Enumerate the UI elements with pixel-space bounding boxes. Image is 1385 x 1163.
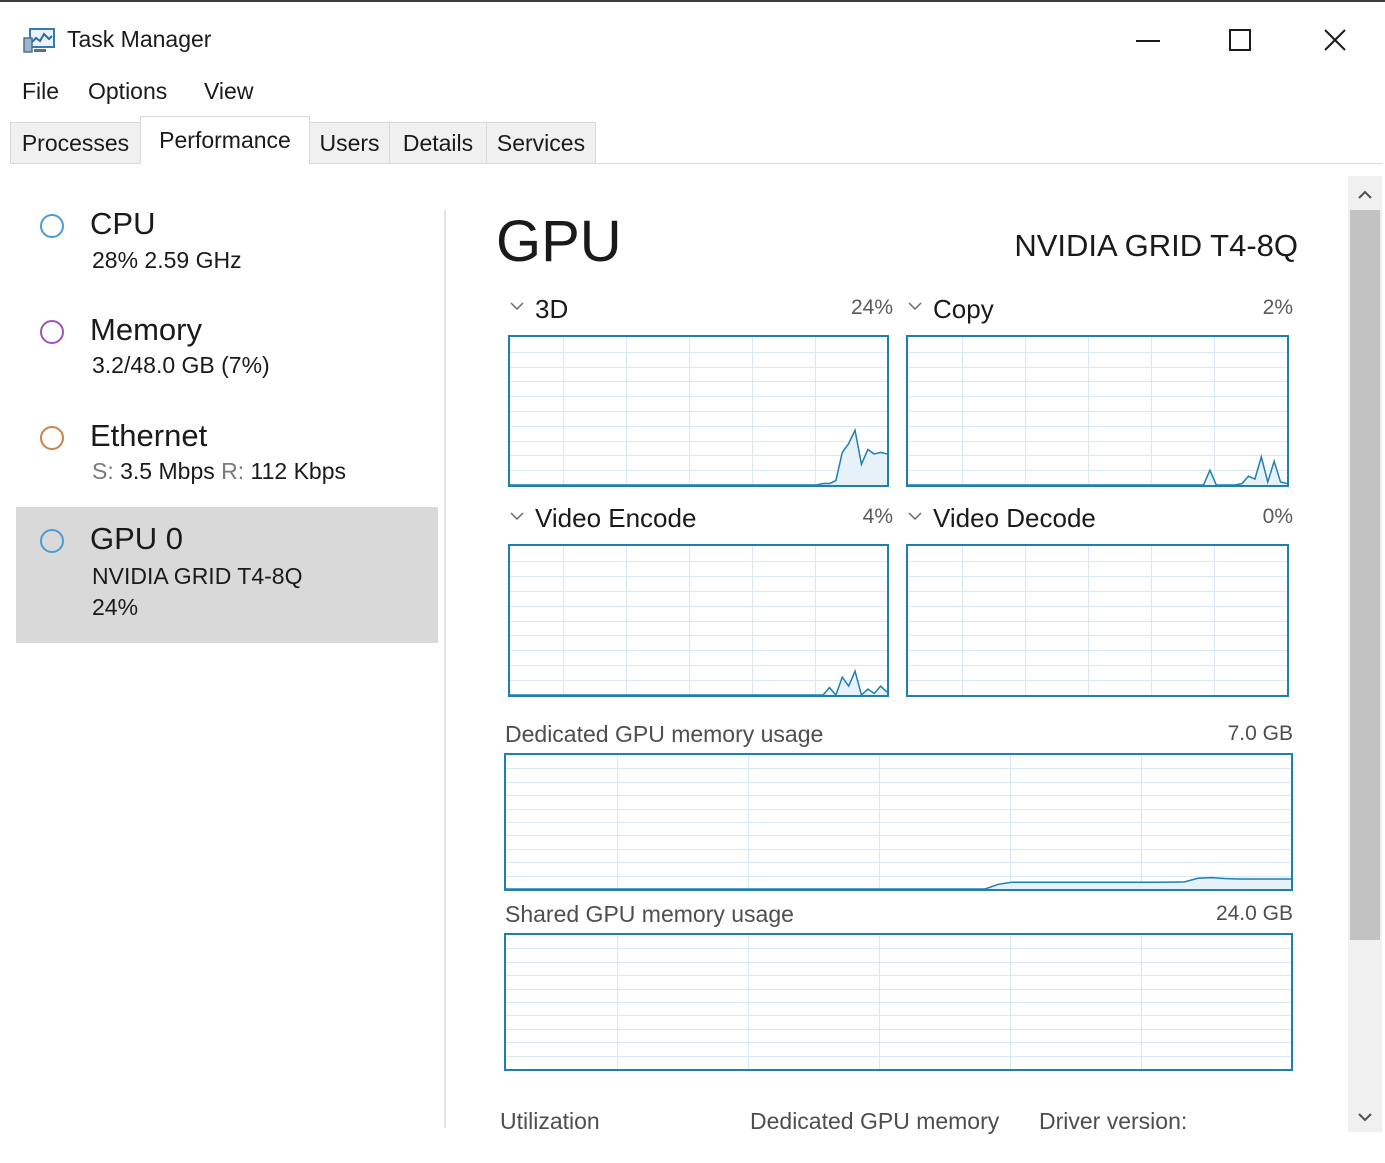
scroll-down-button[interactable] <box>1348 1100 1382 1134</box>
scrollbar-thumb[interactable] <box>1350 210 1380 940</box>
menu-view[interactable]: View <box>204 78 253 105</box>
graph-copy-plot <box>908 337 1287 485</box>
engine-label-video-encode: Video Encode <box>535 503 697 533</box>
graph-shared-memory-plot <box>506 935 1291 1069</box>
chevron-down-icon <box>510 512 524 521</box>
dedicated-memory-label: Dedicated GPU memory usage <box>505 721 824 747</box>
engine-label-video-decode: Video Decode <box>933 503 1096 533</box>
resource-item-gpu0[interactable]: GPU 0 NVIDIA GRID T4-8Q 24% <box>16 507 438 643</box>
resource-detail: 3.2/48.0 GB (7%) <box>92 352 270 378</box>
window-title: Task Manager <box>67 26 212 52</box>
resource-item-ethernet[interactable]: Ethernet S: 3.5 Mbps R: 112 Kbps <box>16 412 438 502</box>
resource-name: GPU 0 <box>90 521 184 556</box>
menu-file[interactable]: File <box>22 78 59 105</box>
gpu-model-name: NVIDIA GRID T4-8Q <box>1014 228 1298 263</box>
chevron-down-icon <box>1358 1113 1372 1122</box>
shared-memory-max: 24.0 GB <box>1215 902 1293 925</box>
usage-area <box>510 430 887 485</box>
resource-item-cpu[interactable]: CPU 28% 2.59 GHz <box>16 200 438 290</box>
memory-graph-icon <box>40 320 64 344</box>
graph-video-encode <box>508 544 889 697</box>
resource-detail: S: 3.5 Mbps R: 112 Kbps <box>92 458 346 485</box>
resource-name: Memory <box>90 312 202 347</box>
engine-label-3d: 3D <box>535 294 569 324</box>
resource-name: CPU <box>90 206 156 241</box>
engine-dropdown-video-decode[interactable] <box>908 508 922 526</box>
gpu-heading: GPU <box>496 209 622 274</box>
chevron-down-icon <box>908 302 922 311</box>
receive-label: R: <box>221 458 245 484</box>
tab-users[interactable]: Users <box>309 122 390 164</box>
usage-area <box>510 671 887 695</box>
chevron-down-icon <box>908 512 922 521</box>
engine-percent-copy: 2% <box>1262 296 1293 319</box>
dedicated-memory-max: 7.0 GB <box>1227 722 1293 745</box>
graph-dedicated-memory <box>504 753 1293 891</box>
maximize-button[interactable] <box>1210 16 1270 64</box>
minimize-button[interactable] <box>1118 16 1178 64</box>
graph-dedicated-memory-plot <box>506 755 1291 889</box>
tab-processes[interactable]: Processes <box>10 122 141 164</box>
usage-area <box>506 877 1291 889</box>
ethernet-graph-icon <box>40 426 64 450</box>
tab-services[interactable]: Services <box>486 122 596 164</box>
engine-percent-3d: 24% <box>850 296 893 319</box>
utilization-label: Utilization <box>500 1108 600 1134</box>
engine-dropdown-video-encode[interactable] <box>510 508 524 526</box>
close-icon <box>1324 29 1346 51</box>
engine-label-copy: Copy <box>933 294 994 324</box>
engine-dropdown-3d[interactable] <box>510 298 524 316</box>
engine-dropdown-copy[interactable] <box>908 298 922 316</box>
engine-percent-video-encode: 4% <box>862 505 893 528</box>
graph-3d <box>508 335 889 487</box>
send-label: S: <box>92 458 114 484</box>
graph-copy <box>906 335 1289 487</box>
task-manager-app-icon <box>22 26 56 56</box>
usage-line <box>510 427 887 485</box>
scroll-up-button[interactable] <box>1348 178 1382 212</box>
menu-options[interactable]: Options <box>88 78 167 105</box>
shared-memory-label: Shared GPU memory usage <box>505 901 794 927</box>
screen-top-edge <box>0 0 1385 8</box>
receive-rate: 112 Kbps <box>250 458 346 484</box>
driver-version-label: Driver version: <box>1039 1108 1188 1134</box>
close-button[interactable] <box>1305 16 1365 64</box>
maximize-icon <box>1229 29 1251 51</box>
resource-detail: NVIDIA GRID T4-8Q <box>92 563 303 589</box>
send-rate: 3.5 Mbps <box>120 458 215 484</box>
resource-item-memory[interactable]: Memory 3.2/48.0 GB (7%) <box>16 306 438 396</box>
gpu-graph-icon <box>40 529 64 553</box>
tab-details[interactable]: Details <box>389 122 487 164</box>
chevron-down-icon <box>510 302 524 311</box>
graph-video-decode-plot <box>908 546 1287 695</box>
graph-3d-plot <box>510 337 887 485</box>
chevron-up-icon <box>1358 190 1372 199</box>
dedicated-gpu-memory-label: Dedicated GPU memory <box>750 1108 1000 1134</box>
graph-video-decode <box>906 544 1289 697</box>
engine-percent-video-decode: 0% <box>1262 505 1293 528</box>
tab-performance[interactable]: Performance <box>140 116 310 164</box>
panel-divider <box>444 210 446 1128</box>
graph-shared-memory <box>504 933 1293 1071</box>
resource-detail: 28% 2.59 GHz <box>92 247 242 273</box>
resource-percent: 24% <box>92 594 139 620</box>
resource-name: Ethernet <box>90 418 208 453</box>
graph-video-encode-plot <box>510 546 887 695</box>
minimize-icon <box>1136 40 1160 42</box>
cpu-graph-icon <box>40 214 64 238</box>
